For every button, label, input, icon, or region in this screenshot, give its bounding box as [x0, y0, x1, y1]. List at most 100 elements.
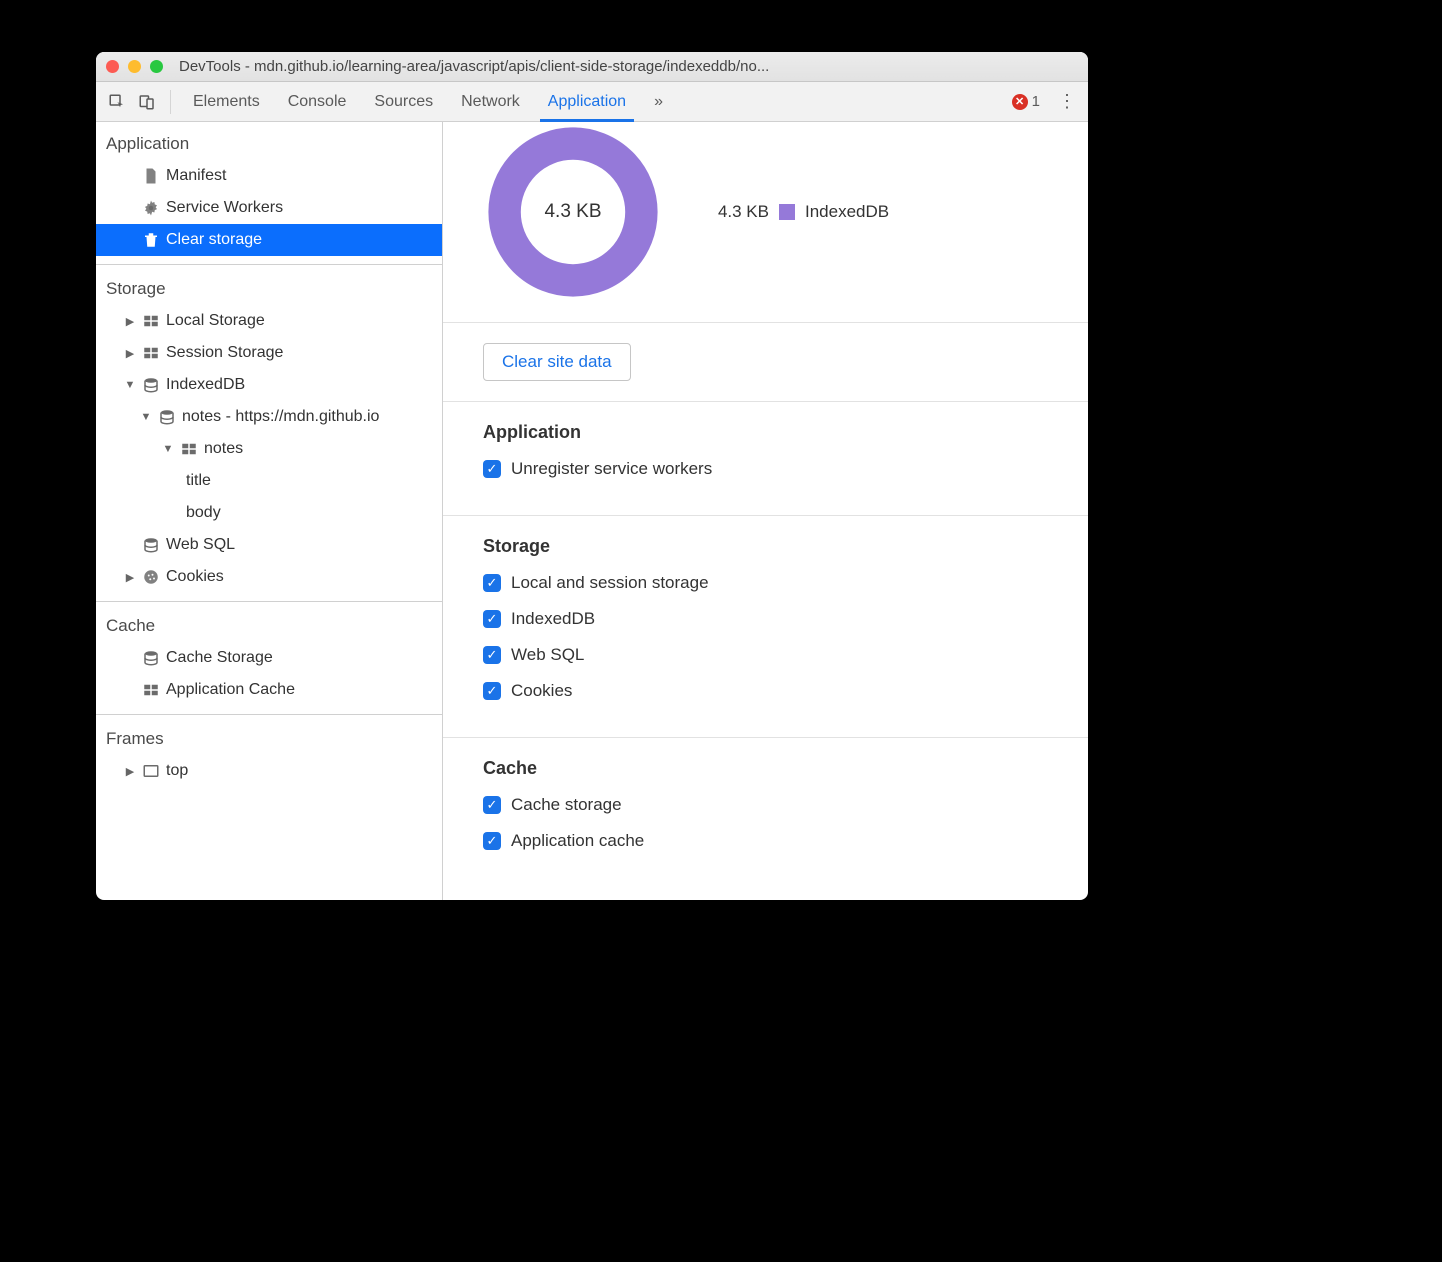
sidebar-item-indexeddb-col-title[interactable]: title — [96, 465, 442, 497]
sidebar-item-cookies[interactable]: ▶ Cookies — [96, 561, 442, 593]
chevron-right-icon: ▶ — [124, 571, 136, 584]
window-controls — [106, 60, 163, 73]
checkbox-websql[interactable]: ✓ Web SQL — [483, 645, 1048, 665]
checkbox-checked-icon: ✓ — [483, 646, 501, 664]
error-icon: ✕ — [1012, 94, 1028, 110]
usage-donut: 4.3 KB — [483, 122, 663, 302]
devtools-toolbar: Elements Console Sources Network Applica… — [96, 82, 1088, 122]
sidebar-divider — [96, 714, 442, 715]
sidebar-item-local-storage[interactable]: ▶ Local Storage — [96, 305, 442, 337]
database-icon — [142, 649, 160, 667]
checkbox-label: Cache storage — [511, 795, 622, 815]
tab-sources[interactable]: Sources — [374, 82, 433, 121]
usage-legend: 4.3 KB IndexedDB — [703, 202, 889, 222]
sidebar-item-label: title — [186, 472, 211, 490]
checkbox-local-session[interactable]: ✓ Local and session storage — [483, 573, 1048, 593]
tab-console[interactable]: Console — [288, 82, 347, 121]
checkbox-label: Cookies — [511, 681, 572, 701]
tab-elements[interactable]: Elements — [193, 82, 260, 121]
section-application: Application ✓ Unregister service workers — [443, 401, 1088, 515]
legend-label: IndexedDB — [805, 202, 889, 222]
checkbox-checked-icon: ✓ — [483, 832, 501, 850]
tab-network[interactable]: Network — [461, 82, 520, 121]
devtools-window: DevTools - mdn.github.io/learning-area/j… — [96, 52, 1088, 900]
checkbox-cookies[interactable]: ✓ Cookies — [483, 681, 1048, 701]
tabs-overflow-icon[interactable]: » — [654, 82, 663, 121]
storage-usage-chart: 4.3 KB 4.3 KB IndexedDB — [443, 122, 1088, 322]
sidebar-item-session-storage[interactable]: ▶ Session Storage — [96, 337, 442, 369]
tab-label: Sources — [374, 93, 433, 111]
sidebar-item-label: Local Storage — [166, 312, 265, 330]
section-heading: Storage — [483, 536, 1048, 557]
database-icon — [158, 408, 176, 426]
panel-tabs: Elements Console Sources Network Applica… — [193, 82, 663, 121]
legend-swatch-icon — [779, 204, 795, 220]
table-icon — [142, 344, 160, 362]
checkbox-label: IndexedDB — [511, 609, 595, 629]
sidebar-item-indexeddb-col-body[interactable]: body — [96, 497, 442, 529]
chevron-right-icon: ▶ — [124, 765, 136, 778]
tab-label: Application — [548, 93, 626, 111]
checkbox-cache-storage[interactable]: ✓ Cache storage — [483, 795, 1048, 815]
sidebar-item-cache-storage[interactable]: Cache Storage — [96, 642, 442, 674]
sidebar-item-frame-top[interactable]: ▶ top — [96, 755, 442, 787]
checkbox-label: Unregister service workers — [511, 459, 712, 479]
clear-site-data-section: Clear site data — [443, 322, 1088, 401]
checkbox-application-cache[interactable]: ✓ Application cache — [483, 831, 1048, 851]
sidebar-item-service-workers[interactable]: Service Workers — [96, 192, 442, 224]
sidebar-item-indexeddb-store[interactable]: ▼ notes — [96, 433, 442, 465]
sidebar-item-label: top — [166, 762, 188, 780]
sidebar-divider — [96, 264, 442, 265]
checkbox-unregister-sw[interactable]: ✓ Unregister service workers — [483, 459, 1048, 479]
inspect-element-icon[interactable] — [104, 89, 130, 115]
table-icon — [180, 440, 198, 458]
chevron-right-icon: ▶ — [124, 347, 136, 360]
error-count: 1 — [1032, 93, 1040, 110]
sidebar-divider — [96, 601, 442, 602]
minimize-window-icon[interactable] — [128, 60, 141, 73]
clear-site-data-button[interactable]: Clear site data — [483, 343, 631, 381]
window-title: DevTools - mdn.github.io/learning-area/j… — [179, 58, 1078, 75]
kebab-menu-icon[interactable]: ⋮ — [1054, 89, 1080, 115]
cookie-icon — [142, 568, 160, 586]
sidebar-group-frames: Frames — [96, 723, 442, 755]
database-icon — [142, 376, 160, 394]
sidebar-item-label: Service Workers — [166, 199, 283, 217]
frame-icon — [142, 762, 160, 780]
sidebar-item-label: body — [186, 504, 221, 522]
close-window-icon[interactable] — [106, 60, 119, 73]
tab-label: Console — [288, 93, 347, 111]
sidebar-group-application: Application — [96, 128, 442, 160]
tab-label: Network — [461, 93, 520, 111]
sidebar-item-label: Cookies — [166, 568, 224, 586]
sidebar-item-label: IndexedDB — [166, 376, 245, 394]
sidebar-item-indexeddb-db[interactable]: ▼ notes - https://mdn.github.io — [96, 401, 442, 433]
chevron-right-icon: ▶ — [124, 315, 136, 328]
checkbox-checked-icon: ✓ — [483, 682, 501, 700]
sidebar-item-label: Cache Storage — [166, 649, 273, 667]
tab-label: Elements — [193, 93, 260, 111]
trash-icon — [142, 231, 160, 249]
sidebar-item-web-sql[interactable]: Web SQL — [96, 529, 442, 561]
device-toggle-icon[interactable] — [134, 89, 160, 115]
sidebar-item-manifest[interactable]: Manifest — [96, 160, 442, 192]
sidebar-item-clear-storage[interactable]: Clear storage — [96, 224, 442, 256]
tab-application[interactable]: Application — [548, 82, 626, 121]
titlebar: DevTools - mdn.github.io/learning-area/j… — [96, 52, 1088, 82]
application-sidebar: Application Manifest Service Workers — [96, 122, 443, 900]
checkbox-label: Application cache — [511, 831, 644, 851]
checkbox-checked-icon: ✓ — [483, 610, 501, 628]
sidebar-item-indexeddb[interactable]: ▼ IndexedDB — [96, 369, 442, 401]
sidebar-item-label: Manifest — [166, 167, 226, 185]
chevron-down-icon: ▼ — [162, 443, 174, 455]
checkbox-indexeddb[interactable]: ✓ IndexedDB — [483, 609, 1048, 629]
sidebar-item-label: notes - https://mdn.github.io — [182, 408, 379, 426]
sidebar-item-application-cache[interactable]: Application Cache — [96, 674, 442, 706]
sidebar-item-label: Clear storage — [166, 231, 262, 249]
sidebar-item-label: notes — [204, 440, 243, 458]
maximize-window-icon[interactable] — [150, 60, 163, 73]
section-storage: Storage ✓ Local and session storage ✓ In… — [443, 515, 1088, 737]
toolbar-separator — [170, 90, 171, 114]
error-count-badge[interactable]: ✕ 1 — [1012, 93, 1040, 110]
checkbox-checked-icon: ✓ — [483, 574, 501, 592]
